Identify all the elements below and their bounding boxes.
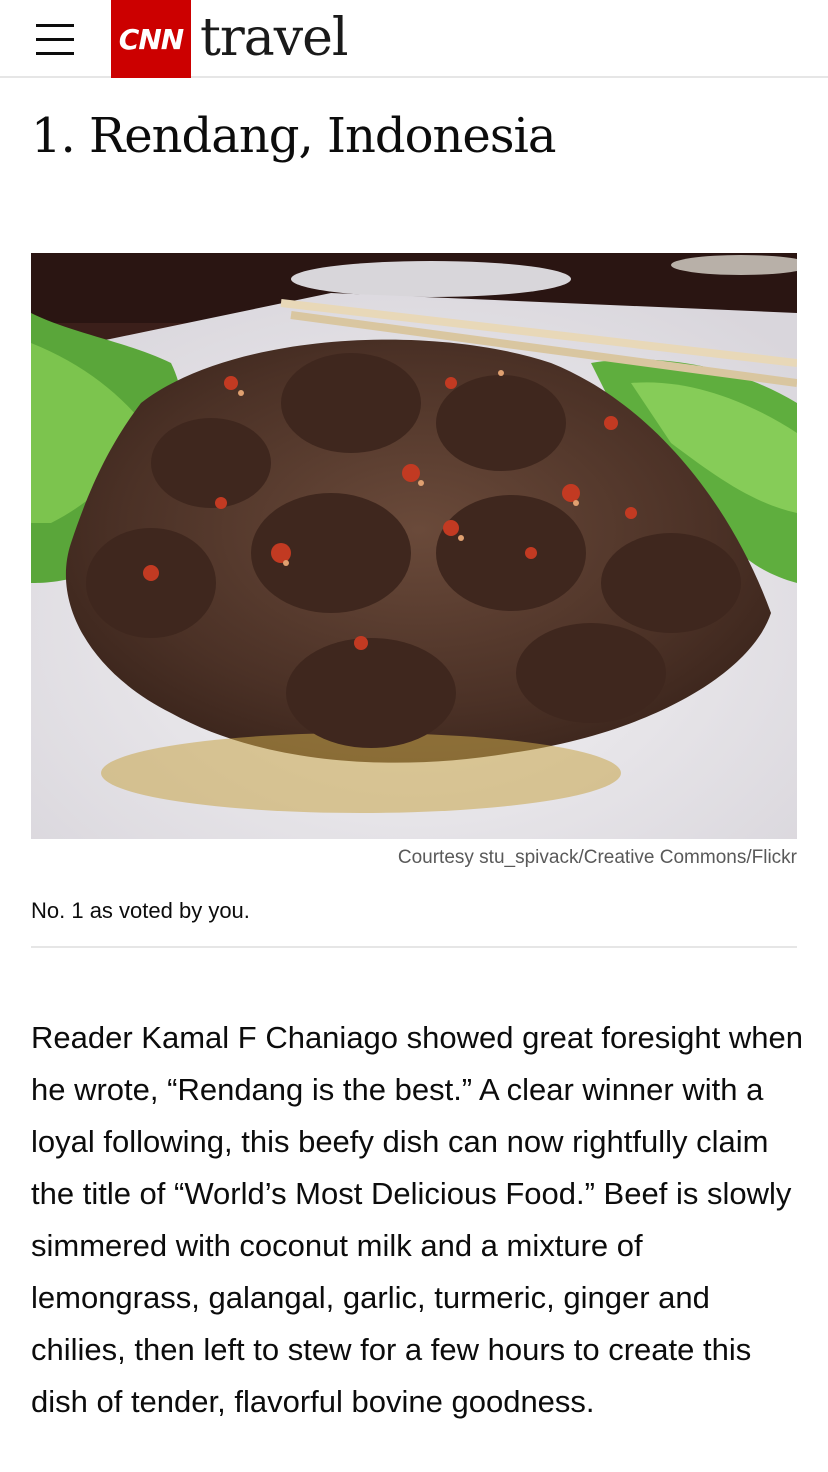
cnn-logo-text: CNN — [118, 22, 184, 56]
section-name-travel[interactable]: travel — [200, 6, 349, 70]
hamburger-menu-icon[interactable] — [36, 22, 74, 56]
rendang-dish-photo — [31, 253, 797, 839]
image-credit: Courtesy stu_spivack/Creative Commons/Fl… — [397, 847, 797, 868]
article-body-paragraph: Reader Kamal F Chaniago showed great for… — [31, 1020, 804, 1419]
cnn-logo[interactable]: CNN — [111, 0, 191, 78]
divider — [31, 946, 797, 948]
article-headline: 1. Rendang, Indonesia — [31, 108, 556, 164]
image-caption: No. 1 as voted by you. — [31, 898, 250, 923]
site-header: CNN travel — [0, 0, 828, 78]
